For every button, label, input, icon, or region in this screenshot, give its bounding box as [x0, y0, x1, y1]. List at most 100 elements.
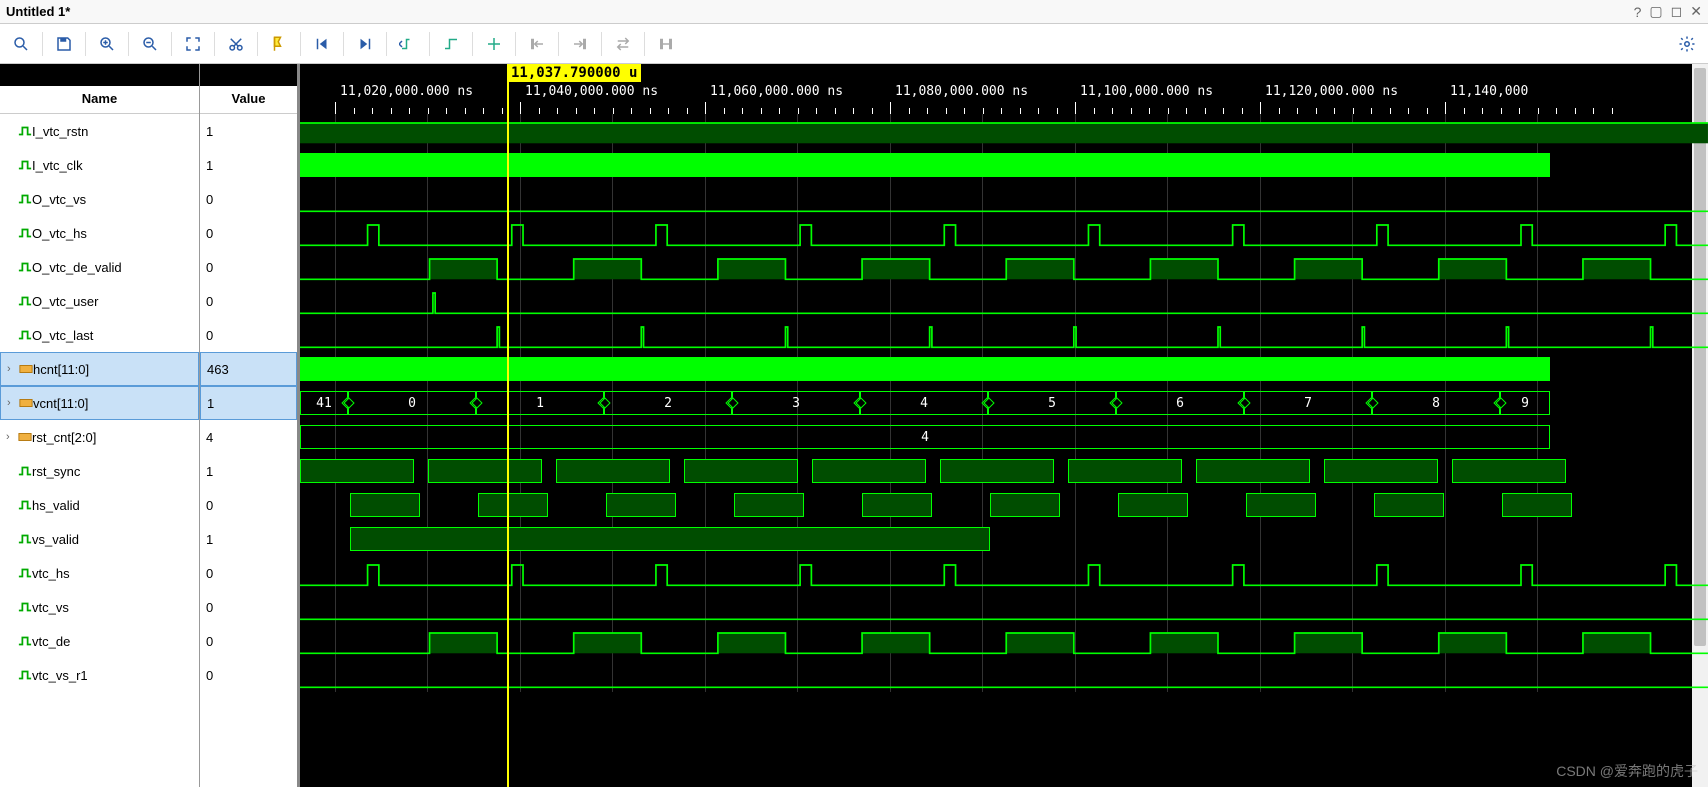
signal-name-label: vtc_vs_r1: [32, 668, 88, 683]
toolbar: [0, 24, 1708, 64]
signal-name-label: O_vtc_de_valid: [32, 260, 122, 275]
window-controls: ? ▢ ◻ ✕: [1634, 3, 1702, 20]
signal-value-cell[interactable]: 1: [200, 522, 297, 556]
signal-name-row[interactable]: vtc_vs_r1: [0, 658, 199, 692]
waveform-row[interactable]: [300, 182, 1708, 216]
signal-value-cell[interactable]: 0: [200, 318, 297, 352]
signal-value-cell[interactable]: 0: [200, 658, 297, 692]
signal-value-cell[interactable]: 4: [200, 420, 297, 454]
time-label: 11,040,000.000 ns: [525, 84, 658, 99]
zoom-in-button[interactable]: [90, 29, 124, 59]
waveform-panel[interactable]: 11,037.790000 u 11,020,000.000 ns11,040,…: [300, 64, 1708, 787]
signal-name-row[interactable]: vtc_de: [0, 624, 199, 658]
close-icon[interactable]: ✕: [1690, 3, 1702, 20]
signal-value-cell[interactable]: 0: [200, 250, 297, 284]
signal-value-cell[interactable]: 0: [200, 624, 297, 658]
signal-value-cell[interactable]: 1: [200, 114, 297, 148]
save-button[interactable]: [47, 29, 81, 59]
signal-name-label: O_vtc_last: [32, 328, 93, 343]
signal-name-row[interactable]: ›vcnt[11:0]: [0, 386, 199, 420]
marker-button[interactable]: [262, 29, 296, 59]
signal-name-row[interactable]: O_vtc_vs: [0, 182, 199, 216]
signal-name-row[interactable]: O_vtc_hs: [0, 216, 199, 250]
name-header: Name: [0, 64, 199, 114]
signal-name-label: hs_valid: [32, 498, 80, 513]
signal-name-row[interactable]: O_vtc_user: [0, 284, 199, 318]
signal-name-row[interactable]: vtc_hs: [0, 556, 199, 590]
go-first-button[interactable]: [305, 29, 339, 59]
signal-value-cell[interactable]: 0: [200, 216, 297, 250]
waveform-row[interactable]: [300, 216, 1708, 250]
body-area: Name I_vtc_rstn I_vtc_clk O_vtc_vs O_vtc_hs…: [0, 64, 1708, 787]
time-label: 11,080,000.000 ns: [895, 84, 1028, 99]
waveform-row[interactable]: [300, 148, 1708, 182]
signal-name-label: I_vtc_rstn: [32, 124, 88, 139]
waveform-row[interactable]: [300, 590, 1708, 624]
time-label: 11,120,000.000 ns: [1265, 84, 1398, 99]
range-button[interactable]: [649, 29, 683, 59]
signal-name-row[interactable]: O_vtc_de_valid: [0, 250, 199, 284]
signal-name-row[interactable]: hs_valid: [0, 488, 199, 522]
signal-panel: Name I_vtc_rstn I_vtc_clk O_vtc_vs O_vtc_hs…: [0, 64, 300, 787]
waveform-row[interactable]: [300, 454, 1708, 488]
time-label: 11,100,000.000 ns: [1080, 84, 1213, 99]
signal-value-cell[interactable]: 0: [200, 488, 297, 522]
time-ruler[interactable]: 11,037.790000 u 11,020,000.000 ns11,040,…: [300, 64, 1708, 114]
signal-name-label: hcnt[11:0]: [33, 362, 89, 377]
waveform-row[interactable]: [300, 352, 1708, 386]
cut-button[interactable]: [219, 29, 253, 59]
signal-name-row[interactable]: I_vtc_rstn: [0, 114, 199, 148]
signal-value-cell[interactable]: 1: [200, 454, 297, 488]
signal-value-cell[interactable]: 463: [200, 352, 297, 386]
nav-next-button[interactable]: [563, 29, 597, 59]
waveform-row[interactable]: [300, 114, 1708, 148]
signal-value-cell[interactable]: 0: [200, 284, 297, 318]
signal-name-row[interactable]: vs_valid: [0, 522, 199, 556]
cursor-marker-line[interactable]: [507, 64, 509, 787]
time-label: 11,140,000: [1450, 84, 1528, 99]
signal-value-cell[interactable]: 1: [200, 386, 297, 420]
waveform-row[interactable]: [300, 624, 1708, 658]
nav-prev-button[interactable]: [520, 29, 554, 59]
signal-name-row[interactable]: O_vtc_last: [0, 318, 199, 352]
waveform-row[interactable]: [300, 318, 1708, 352]
waveform-row[interactable]: 410123456789: [300, 386, 1708, 420]
waveform-row[interactable]: [300, 522, 1708, 556]
zoom-fit-button[interactable]: [176, 29, 210, 59]
add-marker-button[interactable]: [477, 29, 511, 59]
signal-value-cell[interactable]: 1: [200, 148, 297, 182]
signal-name-label: rst_cnt[2:0]: [32, 430, 96, 445]
signal-name-label: I_vtc_clk: [32, 158, 83, 173]
value-column: Value 1100000463141010000: [200, 64, 300, 787]
waveform-row[interactable]: [300, 488, 1708, 522]
signal-name-row[interactable]: ›hcnt[11:0]: [0, 352, 199, 386]
time-label: 11,060,000.000 ns: [710, 84, 843, 99]
minimize-icon[interactable]: ▢: [1649, 3, 1662, 20]
signal-name-row[interactable]: rst_sync: [0, 454, 199, 488]
swap-button[interactable]: [606, 29, 640, 59]
signal-name-row[interactable]: ›rst_cnt[2:0]: [0, 420, 199, 454]
waveform-row[interactable]: [300, 658, 1708, 692]
zoom-out-button[interactable]: [133, 29, 167, 59]
help-icon[interactable]: ?: [1634, 4, 1642, 20]
settings-button[interactable]: [1670, 29, 1704, 59]
maximize-icon[interactable]: ◻: [1671, 3, 1683, 20]
next-edge-button[interactable]: [434, 29, 468, 59]
waveform-row[interactable]: 4: [300, 420, 1708, 454]
signal-value-cell[interactable]: 0: [200, 556, 297, 590]
prev-edge-button[interactable]: [391, 29, 425, 59]
go-last-button[interactable]: [348, 29, 382, 59]
name-column: Name I_vtc_rstn I_vtc_clk O_vtc_vs O_vtc_hs…: [0, 64, 200, 787]
signal-value-cell[interactable]: 0: [200, 182, 297, 216]
cursor-marker-label[interactable]: 11,037.790000 u: [507, 64, 641, 82]
waveform-row[interactable]: [300, 250, 1708, 284]
waveform-area[interactable]: 4101234567894: [300, 114, 1708, 692]
waveform-row[interactable]: [300, 556, 1708, 590]
signal-name-label: vtc_vs: [32, 600, 69, 615]
search-button[interactable]: [4, 29, 38, 59]
signal-name-row[interactable]: vtc_vs: [0, 590, 199, 624]
waveform-row[interactable]: [300, 284, 1708, 318]
signal-name-label: O_vtc_hs: [32, 226, 87, 241]
signal-value-cell[interactable]: 0: [200, 590, 297, 624]
signal-name-row[interactable]: I_vtc_clk: [0, 148, 199, 182]
